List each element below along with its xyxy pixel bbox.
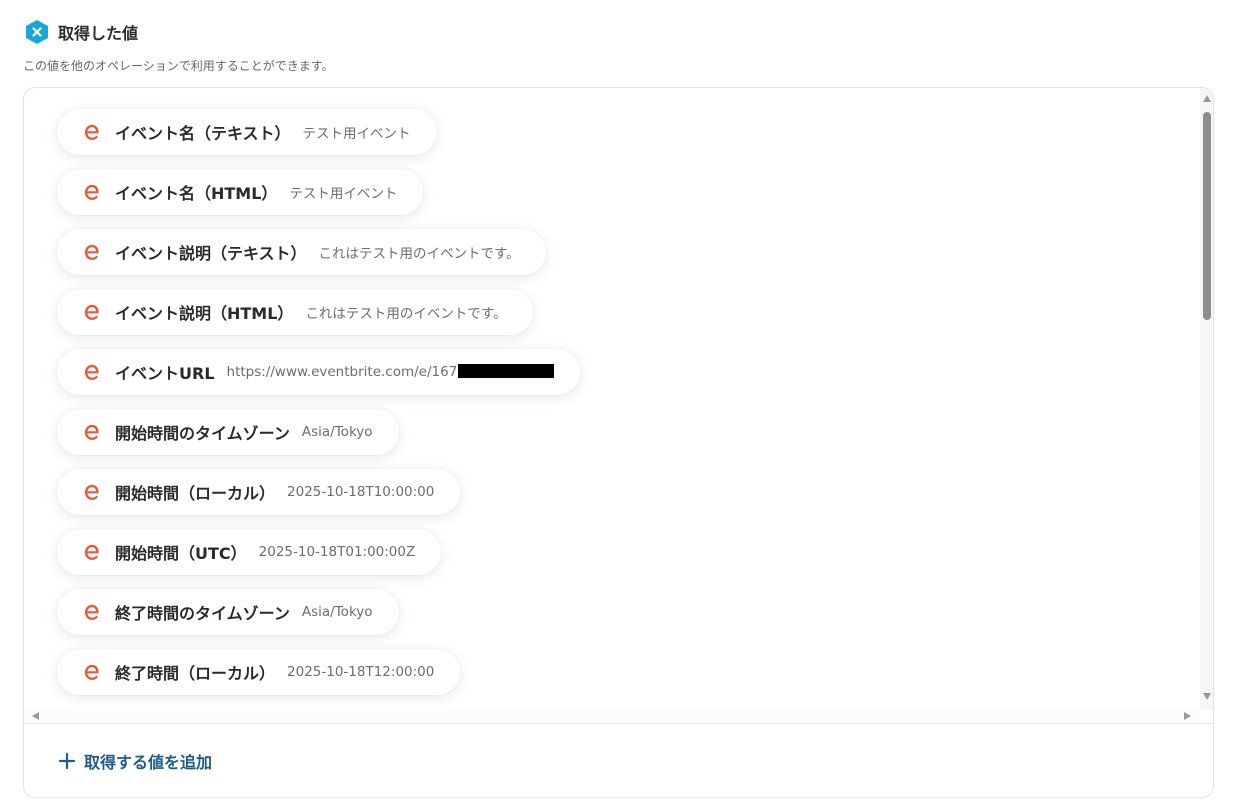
- value-item[interactable]: イベント名（HTML） テスト用イベント: [57, 169, 424, 215]
- eventbrite-icon: [81, 121, 103, 143]
- value-item-label: 終了時間（ローカル）: [115, 664, 276, 683]
- close-hex-icon: [26, 20, 48, 44]
- redaction-block: [458, 364, 555, 378]
- value-text: 2025-10-18T10:00:00: [287, 484, 435, 500]
- value-item-value: これはテスト用のイベントです。: [319, 242, 520, 262]
- value-item-value: https://www.eventbrite.com/e/167: [227, 364, 555, 380]
- value-item-value: テスト用イベント: [303, 122, 411, 142]
- value-item-label: イベント説明（HTML）: [115, 304, 294, 323]
- value-item-label: イベントURL: [115, 364, 215, 383]
- value-item[interactable]: 終了時間のタイムゾーン Asia/Tokyo: [57, 589, 399, 635]
- values-list: イベント名（テキスト） テスト用イベント イベント名（HTML） テスト用イベント イベ…: [24, 88, 1200, 710]
- value-text: https://www.eventbrite.com/e/167: [226, 364, 458, 380]
- eventbrite-icon: [81, 601, 103, 623]
- value-item-value: Asia/Tokyo: [302, 424, 373, 440]
- values-panel: イベント名（テキスト） テスト用イベント イベント名（HTML） テスト用イベント イベ…: [23, 87, 1214, 798]
- plus-icon: [58, 752, 76, 770]
- section-description: この値を他のオペレーションで利用することができます。: [23, 59, 334, 73]
- value-text: テスト用イベント: [302, 126, 411, 142]
- value-text: 2025-10-18T12:00:00: [287, 664, 435, 680]
- value-item-label: イベント名（テキスト）: [115, 124, 291, 143]
- value-item[interactable]: イベント説明（テキスト） これはテスト用のイベントです。: [57, 229, 546, 275]
- value-text: これはテスト用のイベントです。: [305, 306, 507, 322]
- value-text: テスト用イベント: [289, 186, 398, 202]
- value-text: Asia/Tokyo: [301, 424, 373, 440]
- value-item-label: 開始時間のタイムゾーン: [115, 424, 290, 443]
- value-item-value: テスト用イベント: [289, 182, 397, 202]
- section-header: 取得した値: [24, 18, 138, 46]
- divider: [24, 723, 1213, 724]
- value-item[interactable]: 終了時間（ローカル） 2025-10-18T12:00:00: [57, 649, 461, 695]
- value-item-value: 2025-10-18T10:00:00: [287, 484, 434, 500]
- vertical-scrollbar[interactable]: [1200, 88, 1213, 710]
- value-item[interactable]: 開始時間（UTC） 2025-10-18T01:00:00Z: [57, 529, 442, 575]
- horizontal-scrollbar[interactable]: [24, 710, 1200, 723]
- value-item-value: Asia/Tokyo: [302, 604, 373, 620]
- eventbrite-icon: [81, 541, 103, 563]
- eventbrite-icon: [81, 421, 103, 443]
- scroll-up-icon[interactable]: [1203, 95, 1211, 102]
- eventbrite-icon: [81, 301, 103, 323]
- scroll-down-icon[interactable]: [1203, 693, 1211, 700]
- section-title: 取得した値: [58, 24, 139, 43]
- eventbrite-icon: [81, 181, 103, 203]
- value-item-value: これはテスト用のイベントです。: [305, 302, 506, 322]
- value-item-value: 2025-10-18T01:00:00Z: [259, 544, 416, 560]
- value-item-label: 終了時間のタイムゾーン: [115, 604, 290, 623]
- eventbrite-icon: [81, 481, 103, 503]
- add-value-label: 取得する値を追加: [84, 753, 213, 772]
- value-text: Asia/Tokyo: [301, 604, 373, 620]
- value-item-label: 開始時間（UTC）: [115, 544, 247, 563]
- value-item-value: 2025-10-18T12:00:00: [287, 664, 434, 680]
- value-item[interactable]: 開始時間のタイムゾーン Asia/Tokyo: [57, 409, 399, 455]
- scrollbar-thumb[interactable]: [1203, 112, 1211, 320]
- eventbrite-icon: [81, 361, 103, 383]
- value-text: これはテスト用のイベントです。: [318, 246, 520, 262]
- value-item-label: イベント説明（テキスト）: [115, 244, 307, 263]
- value-item-label: 開始時間（ローカル）: [115, 484, 276, 503]
- value-item[interactable]: イベント名（テキスト） テスト用イベント: [57, 109, 437, 155]
- scroll-left-icon[interactable]: [32, 712, 39, 720]
- eventbrite-icon: [81, 661, 103, 683]
- add-value-button[interactable]: 取得する値を追加: [58, 748, 212, 774]
- eventbrite-icon: [81, 241, 103, 263]
- value-text: 2025-10-18T01:00:00Z: [258, 544, 416, 560]
- value-item[interactable]: イベントURL https://www.eventbrite.com/e/167: [57, 349, 581, 395]
- scroll-right-icon[interactable]: [1184, 712, 1191, 720]
- value-item-label: イベント名（HTML）: [115, 184, 278, 203]
- value-item[interactable]: 開始時間（ローカル） 2025-10-18T10:00:00: [57, 469, 461, 515]
- value-item[interactable]: イベント説明（HTML） これはテスト用のイベントです。: [57, 289, 533, 335]
